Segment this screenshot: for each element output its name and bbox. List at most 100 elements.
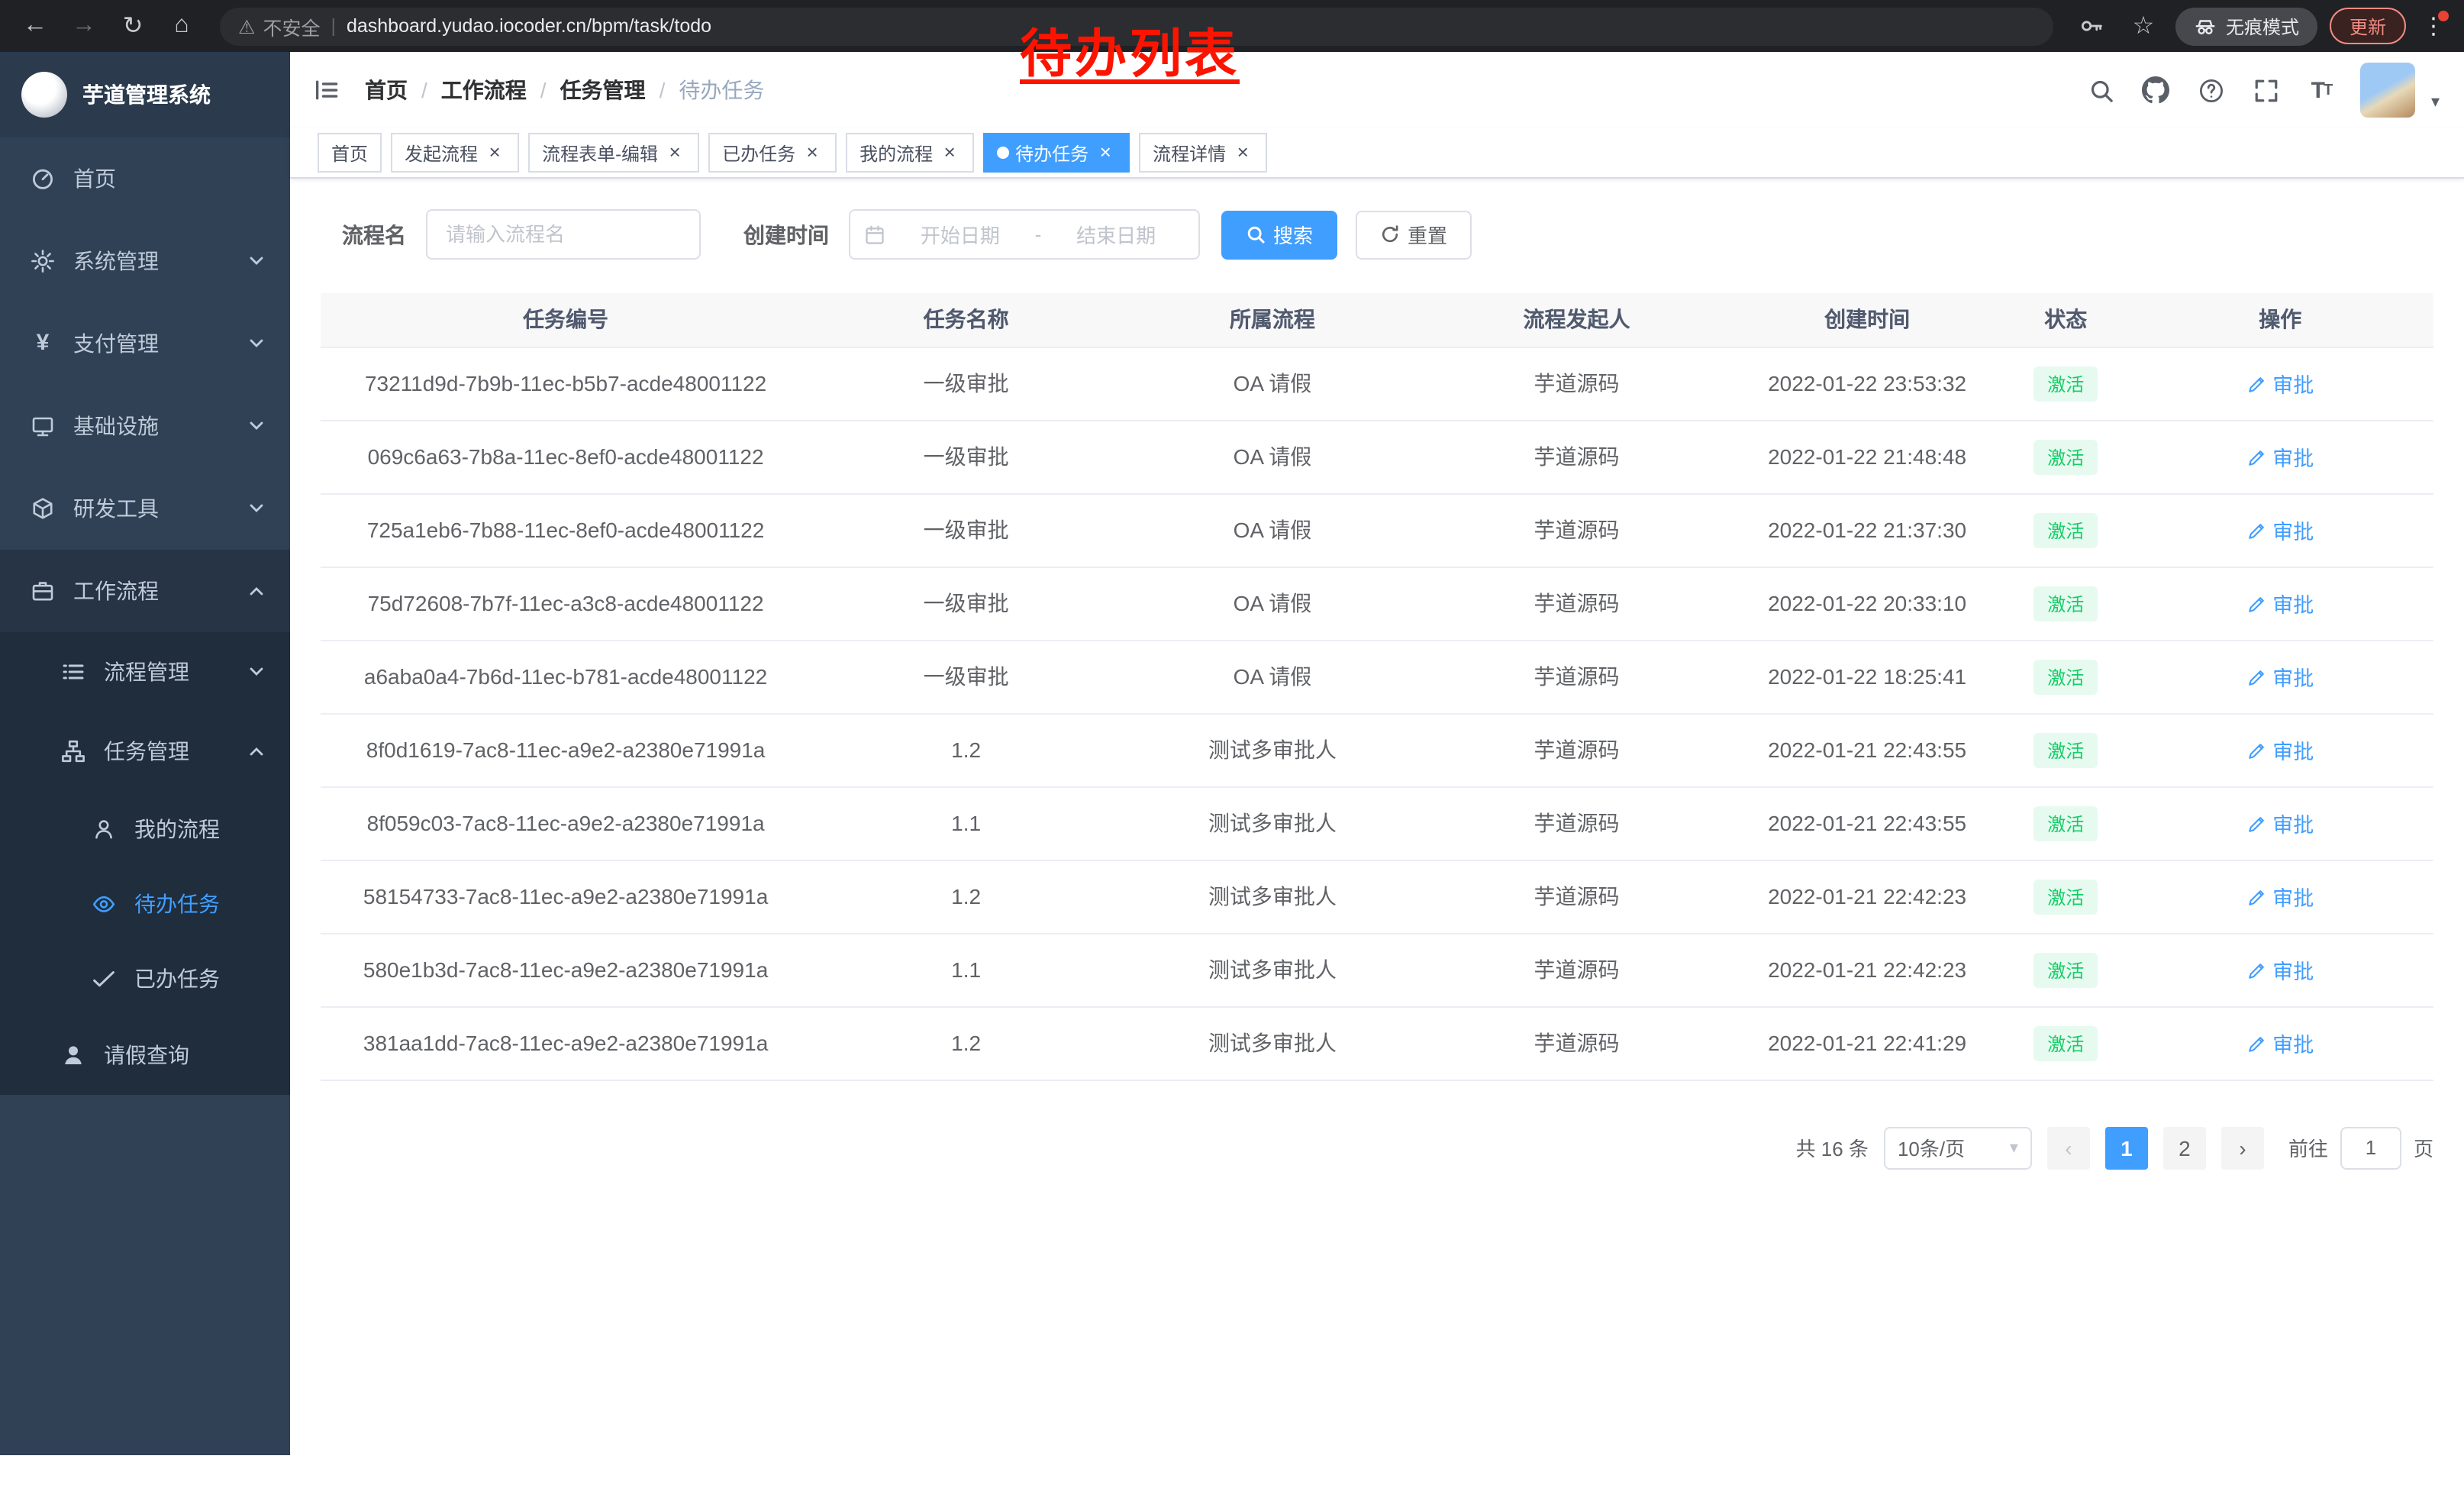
page-button-2[interactable]: 2 <box>2163 1126 2206 1169</box>
cell-action: 审批 <box>2127 567 2433 640</box>
sidebar-item-leave-query[interactable]: 请假查询 <box>0 1015 290 1095</box>
sidebar-item-workflow[interactable]: 工作流程 <box>0 550 290 632</box>
reset-button[interactable]: 重置 <box>1356 210 1472 259</box>
approve-link[interactable]: 审批 <box>2246 1028 2314 1058</box>
caret-down-icon[interactable]: ▾ <box>2431 92 2440 118</box>
url-text: dashboard.yudao.iocoder.cn/bpm/task/todo <box>347 15 711 37</box>
status-badge: 激活 <box>2033 586 2098 621</box>
sidebar-item-my-process[interactable]: 我的流程 <box>0 791 290 866</box>
cell-starter: 芋道源码 <box>1424 493 1730 567</box>
process-name-input[interactable] <box>426 209 701 260</box>
sidebar-item-home[interactable]: 首页 <box>0 137 290 220</box>
todo-table: 任务编号 任务名称 所属流程 流程发起人 创建时间 状态 操作 73211d9d… <box>321 293 2433 1080</box>
sidebar-item-payment[interactable]: ¥ 支付管理 <box>0 302 290 385</box>
tab-start-process[interactable]: 发起流程× <box>391 133 519 173</box>
forward-icon[interactable]: → <box>64 6 104 46</box>
tab-home[interactable]: 首页 <box>318 133 382 173</box>
date-range-picker[interactable]: 开始日期 - 结束日期 <box>849 209 1200 260</box>
breadcrumb-task-management[interactable]: 任务管理 <box>560 75 646 105</box>
table-row: 580e1b3d-7ac8-11ec-a9e2-a2380e71991a 1.1… <box>321 933 2433 1006</box>
fullscreen-icon[interactable] <box>2251 75 2282 105</box>
font-size-icon[interactable]: TT <box>2306 75 2337 105</box>
tab-process-detail[interactable]: 流程详情× <box>1139 133 1267 173</box>
approve-link[interactable]: 审批 <box>2246 954 2314 985</box>
approve-link[interactable]: 审批 <box>2246 734 2314 765</box>
app-logo[interactable]: 芋道管理系统 <box>0 52 290 137</box>
chevron-down-icon <box>247 663 266 681</box>
col-status: 状态 <box>2004 293 2127 347</box>
approve-link[interactable]: 审批 <box>2246 515 2314 545</box>
close-icon[interactable]: × <box>801 142 823 163</box>
user-avatar[interactable] <box>2361 63 2416 118</box>
back-icon[interactable]: ← <box>15 6 55 46</box>
search-button[interactable]: 搜索 <box>1221 210 1337 259</box>
main-area: 首页 / 工作流程 / 任务管理 / 待办任务 TT ▾ <box>290 52 2464 1455</box>
update-button[interactable]: 更新 <box>2330 8 2406 44</box>
approve-link[interactable]: 审批 <box>2246 808 2314 838</box>
security-chip[interactable]: ⚠ 不安全 <box>238 11 320 40</box>
github-icon[interactable] <box>2141 75 2172 105</box>
cell-task-id: a6aba0a4-7b6d-11ec-b781-acde48001122 <box>321 640 811 713</box>
close-icon[interactable]: × <box>1232 142 1253 163</box>
tab-my-process[interactable]: 我的流程× <box>846 133 974 173</box>
tab-todo-task[interactable]: 待办任务× <box>983 133 1130 173</box>
approve-link[interactable]: 审批 <box>2246 881 2314 912</box>
cell-action: 审批 <box>2127 933 2433 1006</box>
cell-action: 审批 <box>2127 860 2433 933</box>
approve-link[interactable]: 审批 <box>2246 661 2314 692</box>
close-icon[interactable]: × <box>664 142 685 163</box>
sidebar-item-system[interactable]: 系统管理 <box>0 220 290 302</box>
key-icon[interactable] <box>2072 6 2111 46</box>
cell-created: 2022-01-21 22:41:29 <box>1730 1006 2004 1080</box>
home-icon[interactable]: ⌂ <box>162 6 202 46</box>
cell-created: 2022-01-21 22:43:55 <box>1730 786 2004 860</box>
omnibox-divider: | <box>331 15 336 37</box>
cell-created: 2022-01-21 22:42:23 <box>1730 860 2004 933</box>
goto-page-input[interactable] <box>2340 1126 2401 1169</box>
cell-task-id: 73211d9d-7b9b-11ec-b5b7-acde48001122 <box>321 347 811 420</box>
help-icon[interactable] <box>2196 75 2227 105</box>
cell-status: 激活 <box>2004 640 2127 713</box>
bookmark-star-icon[interactable]: ☆ <box>2124 6 2163 46</box>
breadcrumb-home[interactable]: 首页 <box>365 75 408 105</box>
search-icon[interactable] <box>2086 75 2117 105</box>
gear-icon <box>31 249 55 273</box>
cell-process: OA 请假 <box>1121 493 1424 567</box>
breadcrumb-workflow[interactable]: 工作流程 <box>441 75 527 105</box>
cell-starter: 芋道源码 <box>1424 1006 1730 1080</box>
close-icon[interactable]: × <box>939 142 960 163</box>
chevron-up-icon <box>247 742 266 760</box>
cell-status: 激活 <box>2004 493 2127 567</box>
approve-link[interactable]: 审批 <box>2246 441 2314 472</box>
cell-task-name: 一级审批 <box>811 493 1121 567</box>
incognito-label: 无痕模式 <box>2226 13 2299 39</box>
cell-created: 2022-01-22 18:25:41 <box>1730 640 2004 713</box>
cell-process: 测试多审批人 <box>1121 786 1424 860</box>
next-page-button[interactable]: › <box>2221 1126 2264 1169</box>
sidebar-item-todo-task[interactable]: 待办任务 <box>0 866 290 941</box>
sidebar-item-devtools[interactable]: 研发工具 <box>0 467 290 550</box>
sidebar-item-task-management[interactable]: 任务管理 <box>0 712 290 791</box>
edit-icon <box>2246 740 2266 760</box>
cell-task-name: 一级审批 <box>811 347 1121 420</box>
status-badge: 激活 <box>2033 952 2098 987</box>
browser-menu-icon[interactable]: ⋮ <box>2418 12 2449 40</box>
tab-form-edit[interactable]: 流程表单-编辑× <box>528 133 699 173</box>
approve-link[interactable]: 审批 <box>2246 368 2314 399</box>
sidebar-item-done-task[interactable]: 已办任务 <box>0 941 290 1015</box>
close-icon[interactable]: × <box>1095 142 1116 163</box>
tab-done-task[interactable]: 已办任务× <box>708 133 837 173</box>
incognito-badge: 无痕模式 <box>2175 7 2317 45</box>
reload-icon[interactable]: ↻ <box>113 6 153 46</box>
page-button-1[interactable]: 1 <box>2105 1126 2148 1169</box>
page-size-select[interactable]: 10条/页 ▾ <box>1884 1126 2032 1169</box>
sidebar-item-infrastructure[interactable]: 基础设施 <box>0 385 290 467</box>
close-icon[interactable]: × <box>484 142 505 163</box>
goto-suffix: 页 <box>2414 1133 2433 1162</box>
approve-link[interactable]: 审批 <box>2246 588 2314 618</box>
sidebar-collapse-icon[interactable] <box>313 76 340 104</box>
prev-page-button[interactable]: ‹ <box>2047 1126 2090 1169</box>
cell-created: 2022-01-21 22:43:55 <box>1730 713 2004 786</box>
search-icon <box>1246 224 1266 244</box>
sidebar-item-process-management[interactable]: 流程管理 <box>0 632 290 712</box>
